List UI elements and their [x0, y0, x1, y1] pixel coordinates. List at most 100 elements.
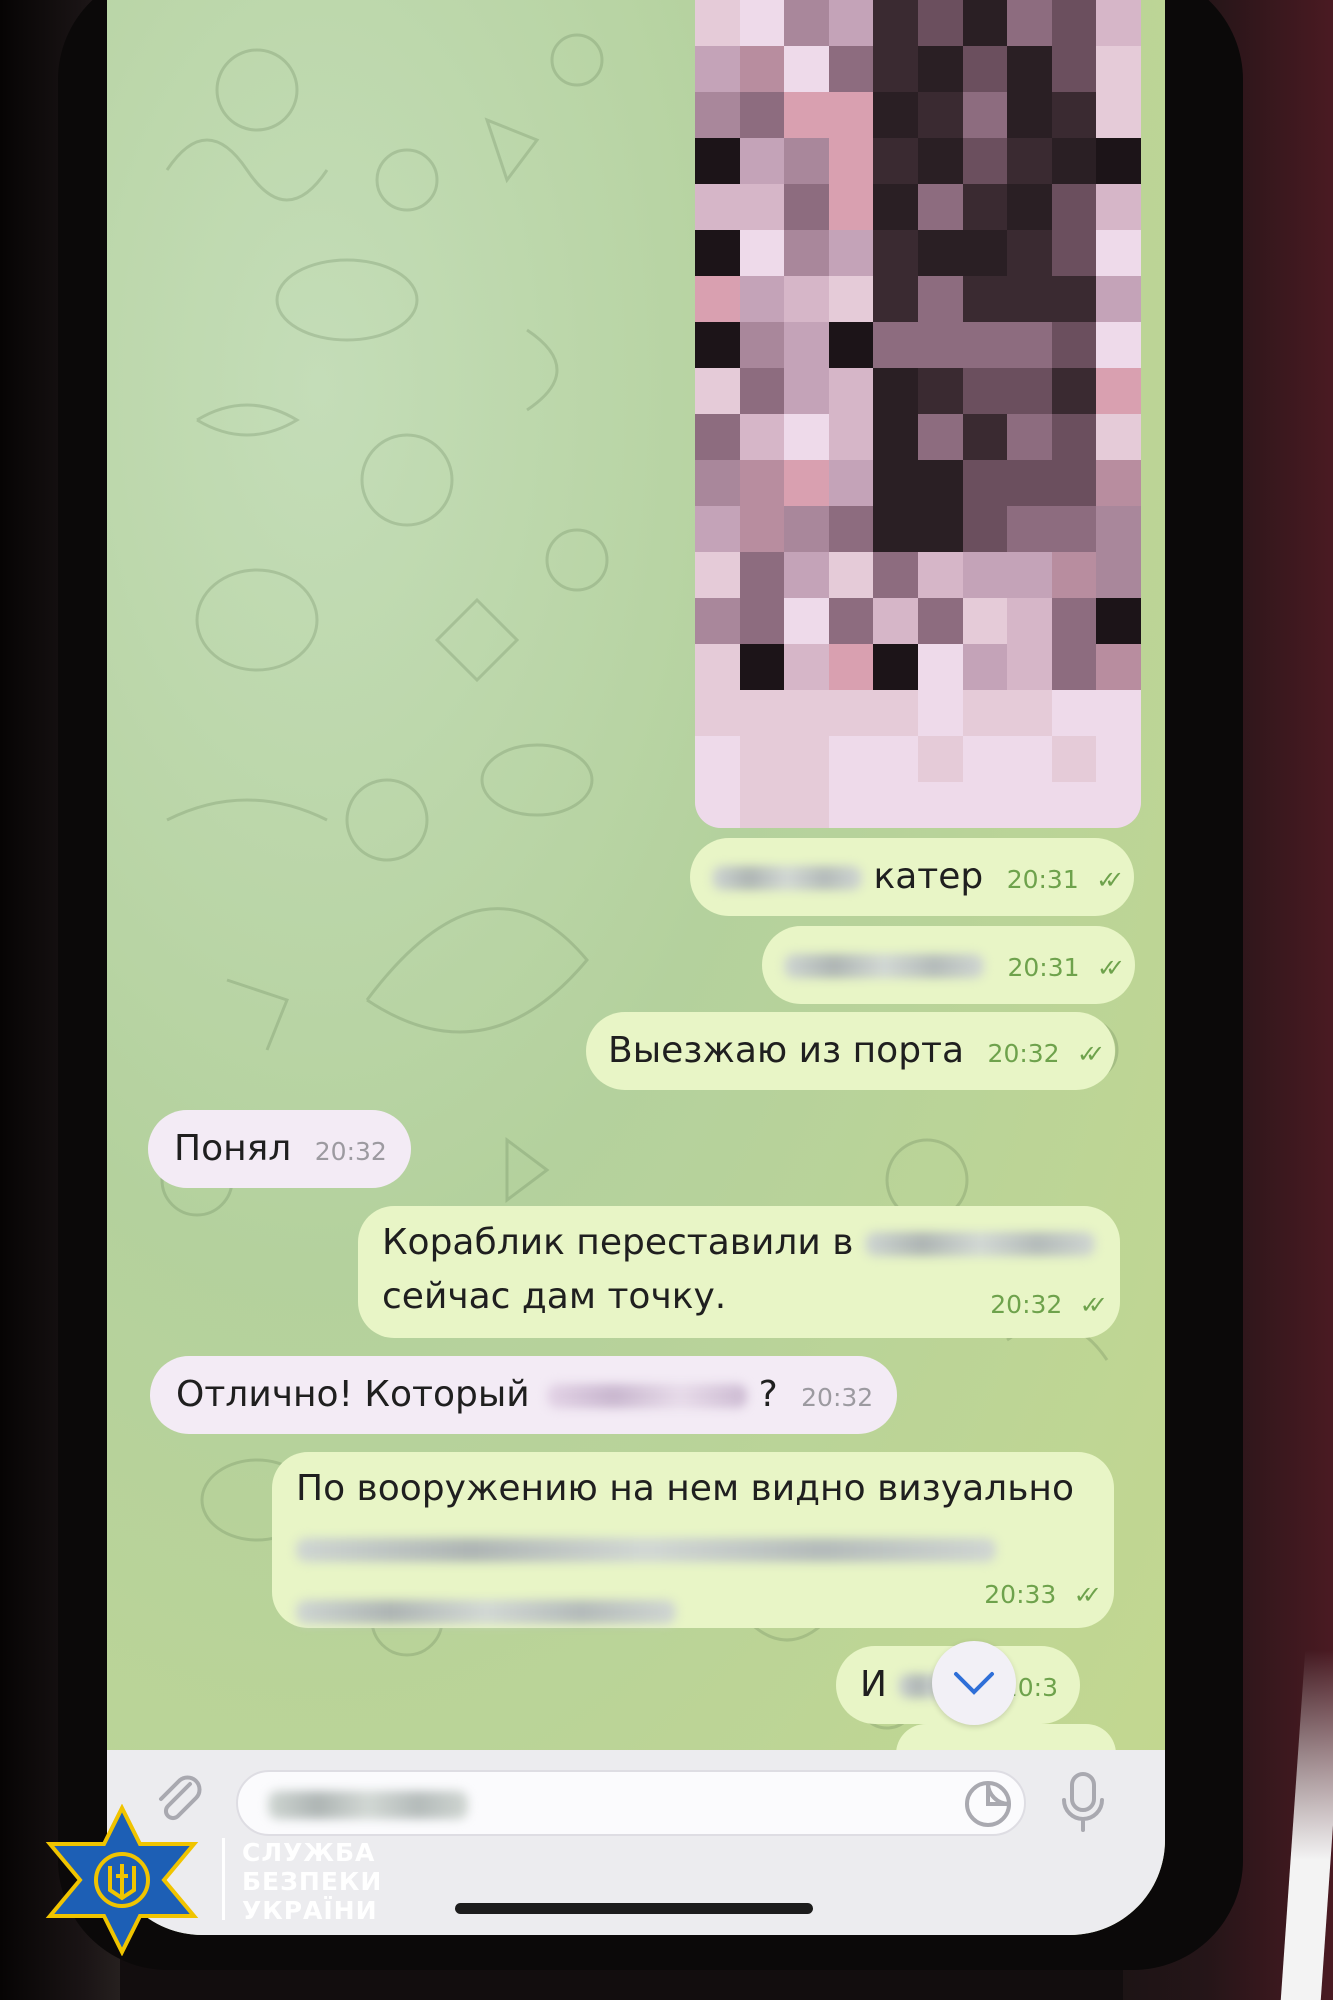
photo-pixel: [962, 184, 1008, 230]
photo-pixel: [828, 506, 874, 552]
redacted-text: [296, 1538, 996, 1562]
photo-pixel: [739, 552, 785, 598]
photo-pixel: [828, 230, 874, 276]
photo-pixel: [784, 92, 829, 138]
watermark-line3: УКРАЇНИ: [242, 1896, 378, 1925]
photo-pixel: [695, 92, 740, 138]
photo-pixel: [1096, 552, 1141, 598]
message-outgoing-4[interactable]: Кораблик переставили в сейчас дам точку.…: [358, 1206, 1120, 1338]
photo-pixel: [873, 736, 918, 782]
photo-pixel: [1096, 414, 1141, 460]
photo-pixel: [1096, 138, 1141, 184]
photo-pixel: [1007, 0, 1052, 46]
photo-pixel: [1051, 322, 1097, 368]
photo-pixel: [917, 276, 963, 322]
photo-pixel: [695, 644, 740, 690]
photo-pixel: [1096, 644, 1141, 690]
message-text: Отлично! Который: [176, 1374, 530, 1415]
photo-pixel: [828, 460, 874, 506]
photo-pixel: [917, 92, 963, 138]
photo-pixel: [1051, 460, 1097, 506]
photo-pixel: [828, 414, 874, 460]
photo-pixel: [828, 46, 874, 92]
photo-pixel: [1096, 460, 1141, 506]
photo-pixel: [962, 0, 1008, 46]
photo-pixel: [739, 598, 785, 644]
redacted-text: [547, 1384, 748, 1408]
photo-pixel: [917, 138, 963, 184]
photo-pixel: [873, 276, 918, 322]
photo-pixel: [828, 552, 874, 598]
photo-pixel: [828, 184, 874, 230]
message-outgoing-1[interactable]: катер 20:31 ✓✓: [690, 838, 1135, 916]
message-outgoing-2[interactable]: 20:31 ✓✓: [762, 926, 1136, 1004]
photo-pixel: [917, 644, 963, 690]
photo-pixel: [873, 138, 918, 184]
blurred-photo-message[interactable]: [695, 0, 1141, 828]
message-text: И: [860, 1664, 887, 1705]
photo-pixel: [917, 0, 963, 46]
message-text-end: ?: [758, 1374, 778, 1415]
photo-pixel: [695, 690, 740, 736]
photo-pixel: [917, 690, 963, 736]
photo-pixel: [1096, 368, 1141, 414]
photo-pixel: [739, 506, 785, 552]
redacted-text: [784, 954, 984, 978]
microphone-icon[interactable]: [1056, 1770, 1110, 1834]
message-incoming-2[interactable]: Отлично! Который ? 20:32: [150, 1356, 898, 1434]
read-check-icon: ✓✓: [1096, 954, 1125, 982]
photo-pixel: [1051, 414, 1097, 460]
message-time: 20:32: [801, 1383, 874, 1412]
photo-pixel: [828, 782, 874, 828]
photo-pixel: [1051, 690, 1097, 736]
message-time: 20:32: [314, 1137, 387, 1166]
scroll-down-button[interactable]: [932, 1641, 1016, 1725]
photo-pixel: [1051, 184, 1097, 230]
photo-pixel: [1096, 506, 1141, 552]
sticker-icon[interactable]: [962, 1778, 1014, 1830]
message-incoming-1[interactable]: Понял 20:32: [148, 1110, 411, 1188]
message-text: Понял: [174, 1128, 292, 1169]
photo-pixel: [695, 552, 740, 598]
photo-pixel: [873, 46, 918, 92]
message-input[interactable]: [236, 1770, 1026, 1836]
read-check-icon: ✓✓: [1077, 1040, 1105, 1068]
photo-pixel: [917, 460, 963, 506]
redacted-text: [712, 866, 862, 890]
photo-pixel: [1096, 0, 1141, 46]
photo-pixel: [962, 782, 1008, 828]
photo-pixel: [873, 230, 918, 276]
photo-pixel: [739, 644, 785, 690]
photo-pixel: [739, 782, 785, 828]
photo-pixel: [1051, 552, 1097, 598]
photo-pixel: [739, 138, 785, 184]
photo-pixel: [828, 690, 874, 736]
photo-pixel: [962, 368, 1008, 414]
photo-pixel: [1007, 230, 1052, 276]
photo-pixel: [1007, 92, 1052, 138]
photo-pixel: [784, 736, 829, 782]
photo-pixel: [739, 92, 785, 138]
watermark-divider: [222, 1838, 225, 1920]
photo-pixel: [739, 414, 785, 460]
photo-pixel: [739, 184, 785, 230]
read-check-icon: ✓✓: [1096, 866, 1124, 894]
photo-pixel: [962, 92, 1008, 138]
photo-pixel: [695, 322, 740, 368]
photo-pixel: [873, 322, 918, 368]
message-text-line1: Кораблик переставили в: [382, 1222, 854, 1263]
photo-pixel: [1096, 92, 1141, 138]
photo-pixel: [1007, 414, 1052, 460]
photo-pixel: [695, 138, 740, 184]
photo-pixel: [828, 322, 874, 368]
message-time: 20:33: [984, 1580, 1057, 1609]
photo-pixel: [784, 230, 829, 276]
message-time: 20:31: [1007, 953, 1080, 982]
photo-pixel: [1096, 46, 1141, 92]
photo-pixel: [1096, 322, 1141, 368]
photo-pixel: [1051, 92, 1097, 138]
message-outgoing-3[interactable]: Выезжаю из порта 20:32 ✓✓: [586, 1012, 1116, 1090]
photo-pixel: [917, 736, 963, 782]
photo-pixel: [739, 368, 785, 414]
message-outgoing-5[interactable]: По вооружению на нем видно визуально 20:…: [272, 1452, 1114, 1628]
